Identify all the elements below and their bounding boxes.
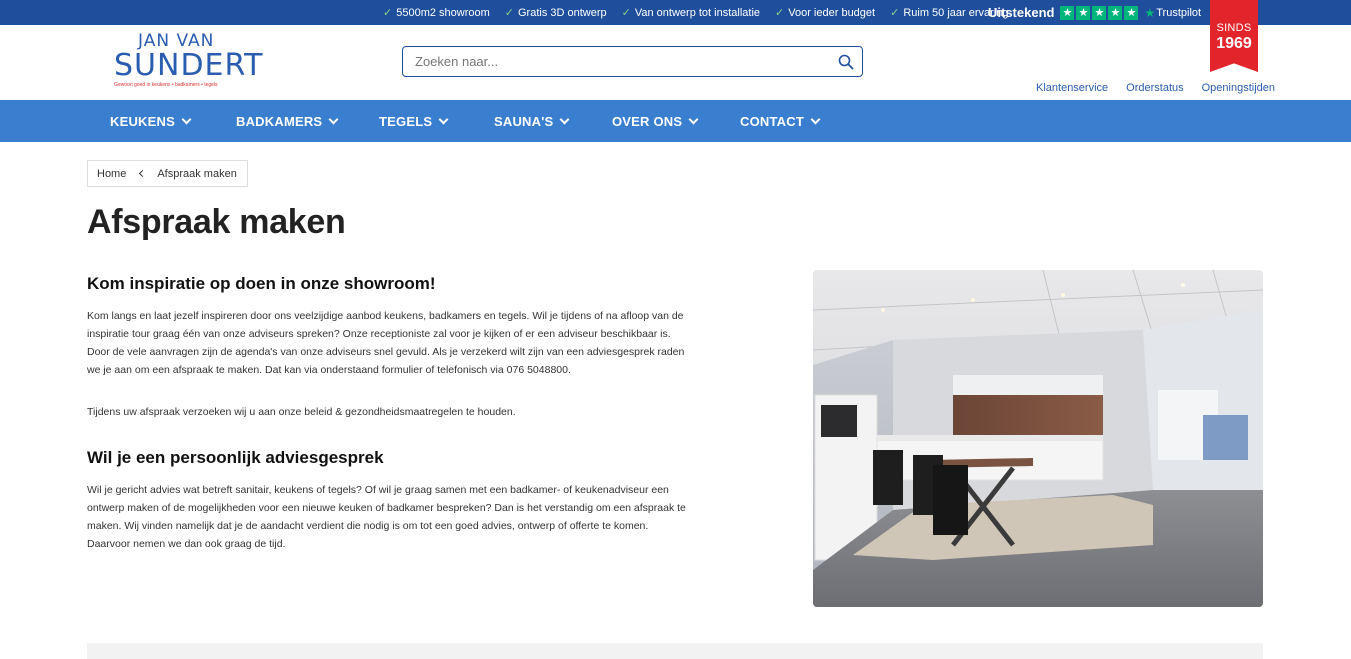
usp-item: ✓ 5500m2 showroom	[383, 6, 490, 20]
ribbon-since: SINDS	[1216, 22, 1252, 34]
ribbon-year: 1969	[1216, 35, 1252, 52]
check-icon: ✓	[383, 7, 393, 19]
link-klantenservice[interactable]: Klantenservice	[1036, 82, 1108, 94]
page-title: Afspraak maken	[87, 203, 346, 241]
logo-line2: SUNDERT	[114, 48, 264, 83]
usp-label: Van ontwerp tot installatie	[634, 6, 761, 19]
usp-label: Voor ieder budget	[788, 6, 876, 19]
section-text-showroom: Kom langs en laat jezelf inspireren door…	[87, 310, 685, 376]
service-links: Klantenservice Orderstatus Openingstijde…	[1036, 82, 1275, 94]
rating-stars: ★ ★ ★ ★ ★	[1060, 5, 1140, 20]
check-icon: ✓	[621, 7, 631, 19]
check-icon: ✓	[504, 7, 514, 19]
trustpilot-widget[interactable]: Uitstekend ★ ★ ★ ★ ★ ★ Trustpilot	[988, 0, 1201, 25]
nav-item-badkamers[interactable]: BADKAMERS	[236, 100, 339, 142]
nav-item-contact[interactable]: CONTACT	[740, 100, 821, 142]
nav-label: SAUNA'S	[494, 113, 554, 129]
breadcrumb-current: Afspraak maken	[157, 167, 237, 180]
nav-label: TEGELS	[379, 113, 433, 129]
content-band	[87, 643, 1263, 659]
nav-label: KEUKENS	[110, 113, 175, 129]
search-input[interactable]	[403, 47, 830, 76]
usp-label: Gratis 3D ontwerp	[518, 6, 607, 19]
usp-bar: ✓ 5500m2 showroom ✓ Gratis 3D ontwerp ✓ Van…	[0, 0, 1351, 25]
link-orderstatus[interactable]: Orderstatus	[1126, 82, 1183, 94]
nav-label: CONTACT	[740, 113, 804, 129]
nav-label: OVER ONS	[612, 113, 683, 129]
nav-label: BADKAMERS	[236, 113, 323, 129]
logo-tagline: Gewoon goed in keukens • badkamers • teg…	[114, 82, 218, 88]
chevron-down-icon	[328, 114, 339, 124]
main-nav: KEUKENS BADKAMERS TEGELS SAUNA'S OVER ON…	[0, 100, 1351, 142]
trustpilot-logo: ★ Trustpilot	[1144, 6, 1201, 20]
star-icon: ★	[1076, 5, 1091, 20]
star-icon: ★	[1108, 5, 1123, 20]
section-text-advies: Wil je gericht advies wat betreft sanita…	[87, 484, 686, 550]
showroom-image	[813, 270, 1263, 607]
star-icon: ★	[1060, 5, 1075, 20]
chevron-down-icon	[181, 114, 192, 124]
usp-list: ✓ 5500m2 showroom ✓ Gratis 3D ontwerp ✓ Van…	[383, 0, 1023, 25]
usp-item: ✓ Gratis 3D ontwerp	[504, 6, 607, 20]
usp-item: ✓ Van ontwerp tot installatie	[621, 6, 761, 20]
nav-item-over-ons[interactable]: OVER ONS	[612, 100, 699, 142]
check-icon: ✓	[775, 7, 785, 19]
section-text-measures: Tijdens uw afspraak verzoeken wij u aan …	[87, 406, 516, 418]
chevron-down-icon	[810, 114, 821, 124]
search-icon[interactable]	[830, 47, 862, 76]
rating-label: Uitstekend	[988, 5, 1055, 20]
chevron-down-icon	[688, 114, 699, 124]
chevron-down-icon	[438, 114, 449, 124]
nav-item-saunas[interactable]: SAUNA'S	[494, 100, 570, 142]
site-logo[interactable]: JAN VAN SUNDERT Gewoon goed in keukens •…	[114, 31, 263, 91]
usp-item: ✓ Voor ieder budget	[775, 6, 876, 20]
check-icon: ✓	[890, 7, 900, 19]
link-openingstijden[interactable]: Openingstijden	[1202, 82, 1275, 94]
nav-item-keukens[interactable]: KEUKENS	[110, 100, 192, 142]
search-bar	[402, 46, 863, 77]
breadcrumb: Home Afspraak maken	[87, 160, 248, 187]
chevron-down-icon	[559, 114, 570, 124]
star-icon: ★	[1092, 5, 1107, 20]
section-heading-showroom: Kom inspiratie op doen in onze showroom!	[87, 274, 436, 293]
star-icon: ★	[1124, 5, 1139, 20]
since-ribbon: SINDS 1969	[1210, 0, 1258, 72]
breadcrumb-home[interactable]: Home	[97, 168, 126, 180]
chevron-left-icon	[139, 169, 147, 178]
usp-label: 5500m2 showroom	[396, 6, 490, 19]
nav-item-tegels[interactable]: TEGELS	[379, 100, 449, 142]
trustpilot-label: Trustpilot	[1156, 6, 1202, 19]
section-heading-advies: Wil je een persoonlijk adviesgesprek	[87, 448, 384, 467]
trustpilot-star-icon: ★	[1144, 5, 1156, 20]
